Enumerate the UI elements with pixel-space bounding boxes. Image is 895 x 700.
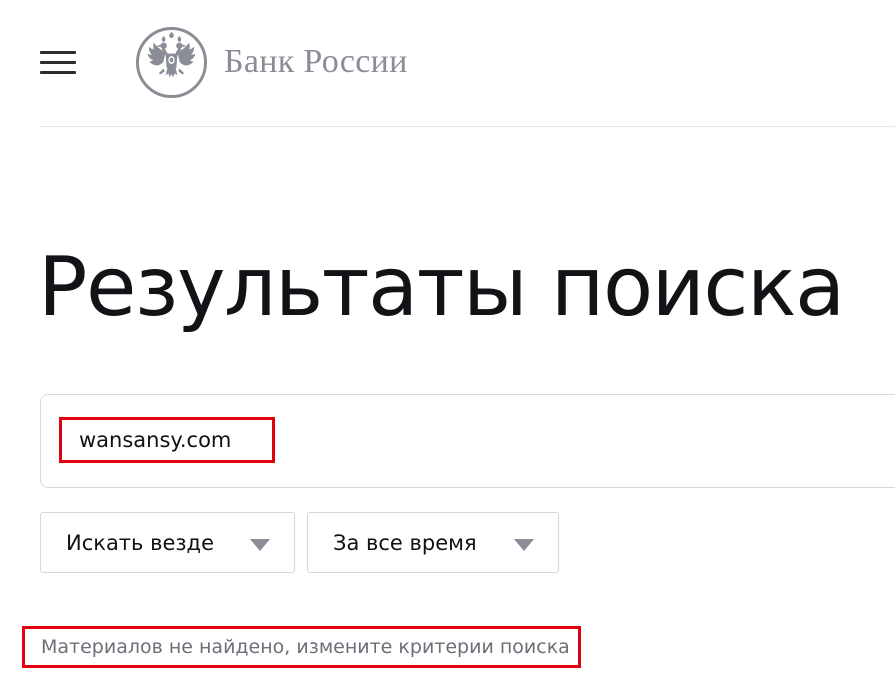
site-header: Банк России <box>0 0 895 127</box>
scope-filter-label: Искать везде <box>66 531 214 555</box>
bank-logo-link[interactable]: Банк России <box>135 25 408 99</box>
logo-text: Банк России <box>224 43 408 80</box>
menu-line <box>40 51 76 54</box>
page-title: Результаты поиска <box>38 240 845 335</box>
period-filter-label: За все время <box>333 531 477 555</box>
search-box[interactable] <box>40 394 895 488</box>
no-results-message: Материалов не найдено, измените критерии… <box>22 626 581 668</box>
triangle-down-icon <box>514 539 534 551</box>
menu-line <box>40 61 76 64</box>
triangle-down-icon <box>250 539 270 551</box>
double-headed-eagle-icon <box>135 26 208 98</box>
menu-line <box>40 71 76 74</box>
hamburger-menu-icon[interactable] <box>36 44 80 80</box>
search-input[interactable] <box>59 417 275 463</box>
scope-filter-dropdown[interactable]: Искать везде <box>40 512 295 573</box>
header-divider <box>40 126 895 127</box>
period-filter-dropdown[interactable]: За все время <box>307 512 559 573</box>
